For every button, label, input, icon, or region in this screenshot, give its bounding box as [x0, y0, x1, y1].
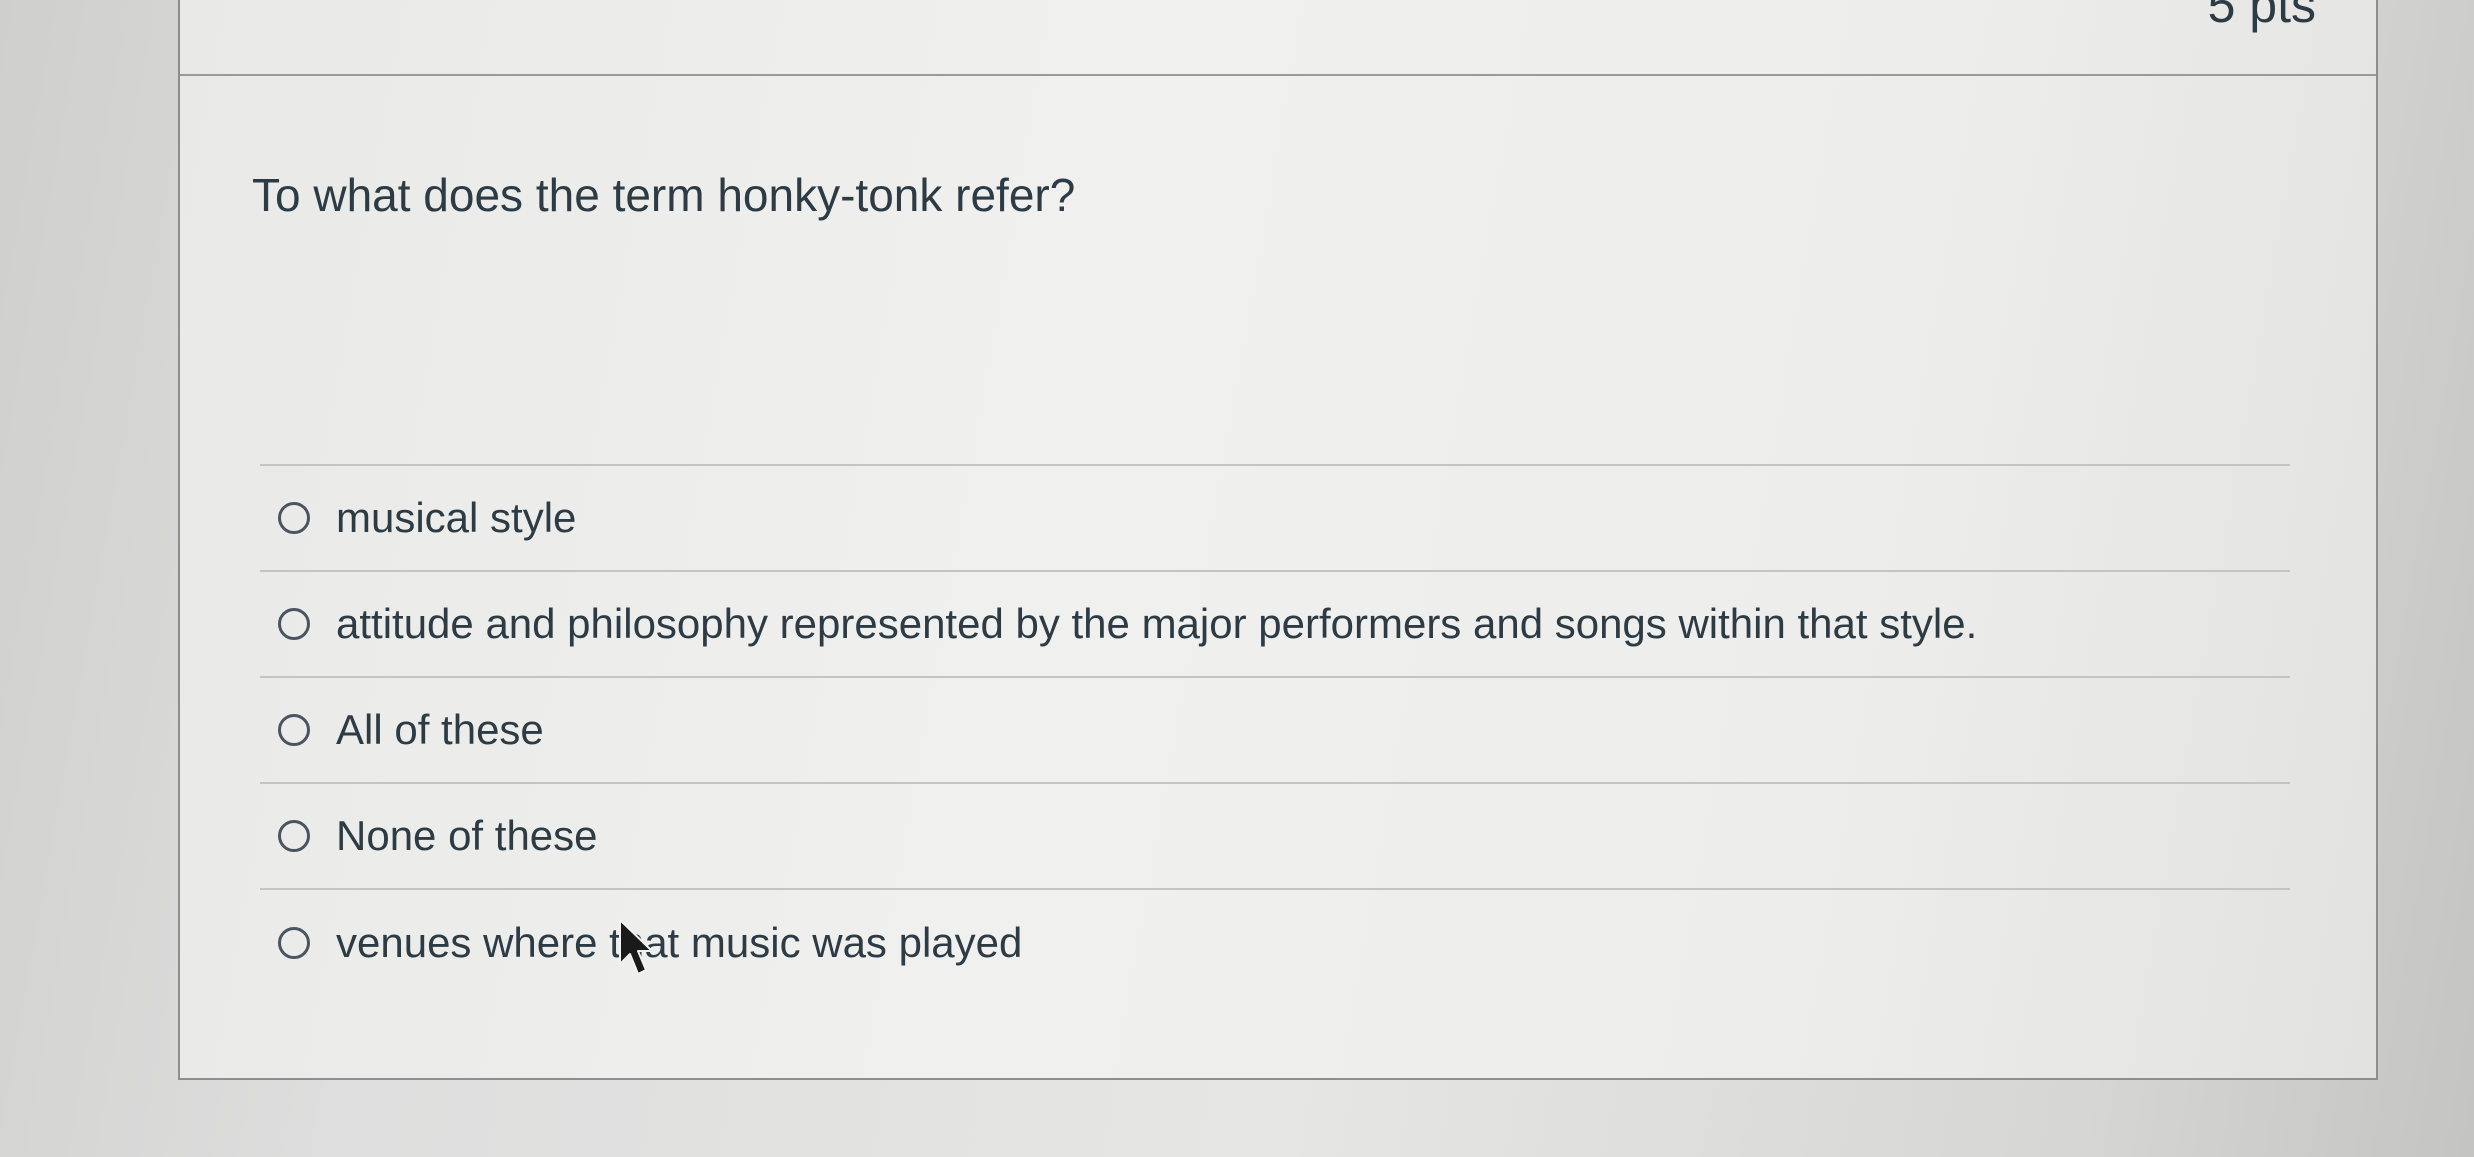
question-header: 5 pts	[180, 0, 2376, 76]
radio-button[interactable]	[278, 714, 310, 746]
answer-option-venues[interactable]: venues where that music was played	[260, 890, 2290, 996]
answer-option-none-of-these[interactable]: None of these	[260, 784, 2290, 890]
radio-button[interactable]	[278, 820, 310, 852]
answer-label: None of these	[336, 812, 598, 859]
points-label: 5 pts	[2207, 0, 2316, 33]
answer-label: attitude and philosophy represented by t…	[336, 600, 1978, 647]
mouse-pointer-icon	[619, 919, 653, 975]
question-card: 5 pts To what does the term honky-tonk r…	[178, 0, 2378, 1080]
radio-button[interactable]	[278, 927, 310, 959]
answer-list: musical style attitude and philosophy re…	[260, 464, 2290, 996]
answer-label: venues where that music was played	[336, 919, 1023, 966]
radio-button[interactable]	[278, 608, 310, 640]
question-text: To what does the term honky-tonk refer?	[252, 169, 1076, 221]
answer-label: musical style	[336, 494, 577, 541]
answer-option-musical-style[interactable]: musical style	[260, 466, 2290, 572]
radio-button[interactable]	[278, 502, 310, 534]
answer-option-all-of-these[interactable]: All of these	[260, 678, 2290, 784]
answer-label: All of these	[336, 706, 544, 753]
answer-option-attitude-and-philosophy[interactable]: attitude and philosophy represented by t…	[260, 572, 2290, 678]
